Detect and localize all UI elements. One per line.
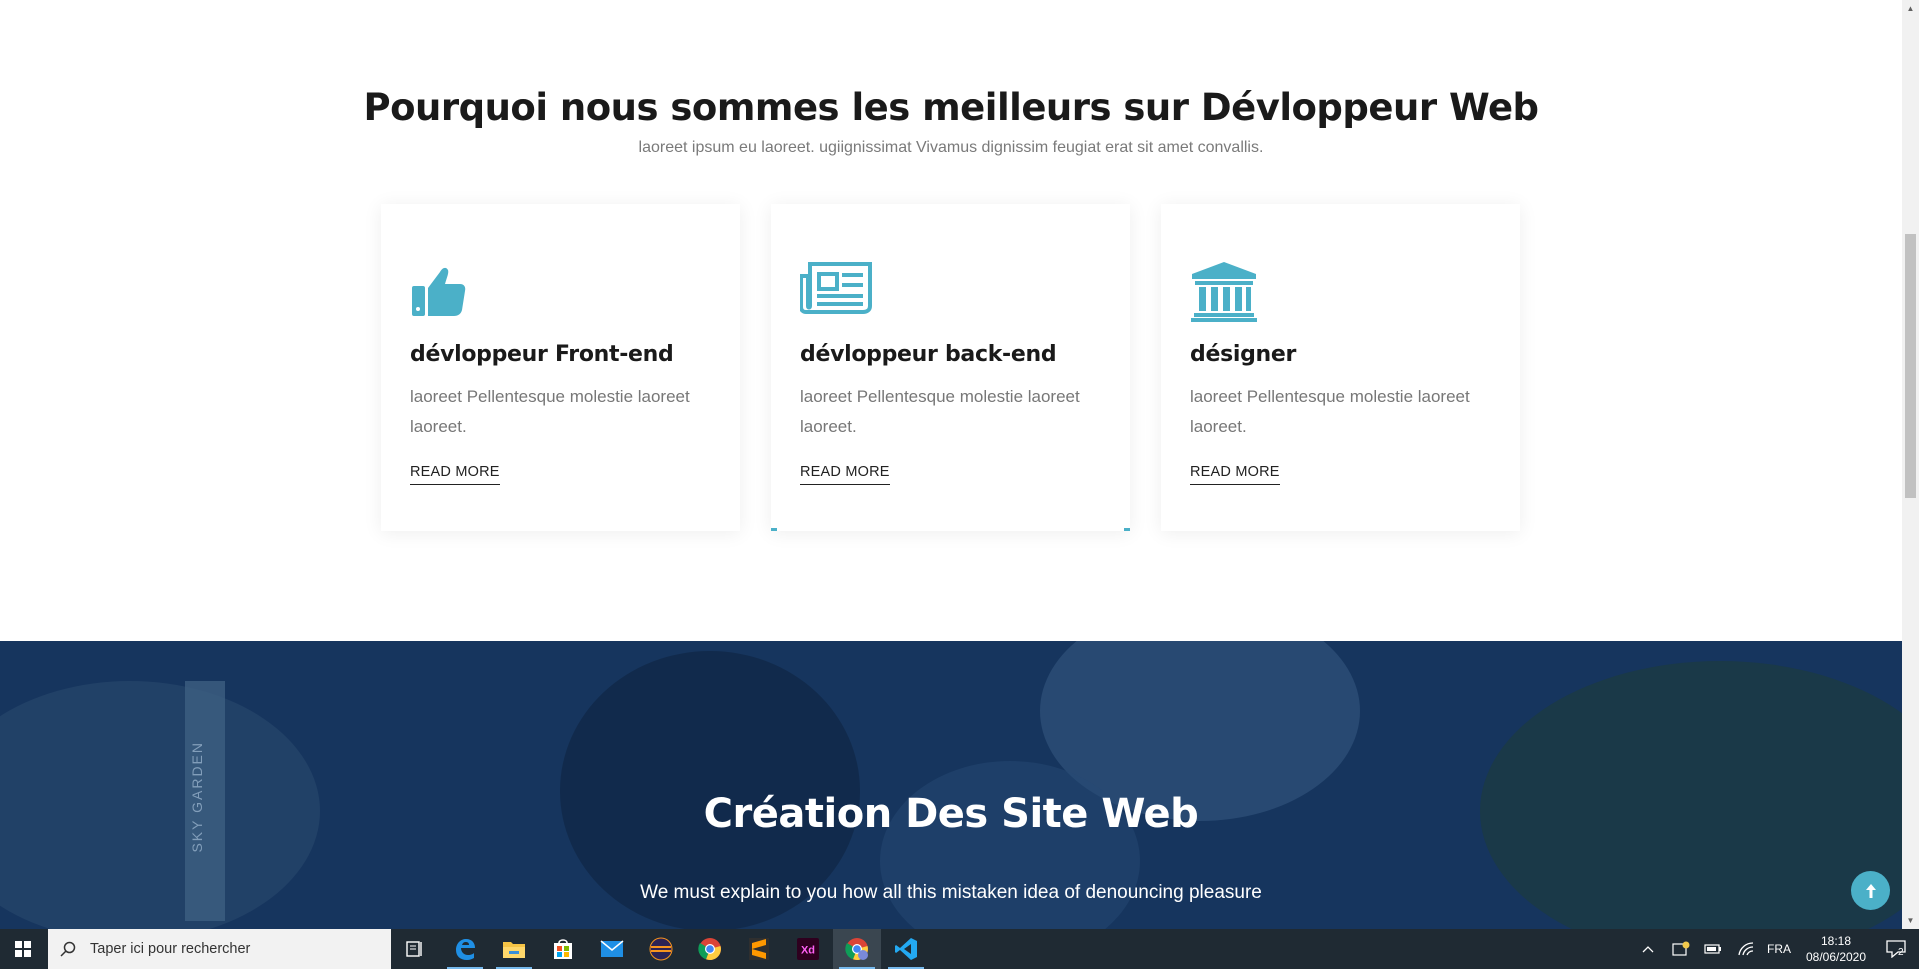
windows-logo-icon [15,941,31,957]
scroll-down-arrow-icon[interactable]: ▼ [1902,912,1919,929]
notification-center-icon[interactable]: 2 [1873,929,1919,969]
scrollbar-thumb[interactable] [1905,234,1916,498]
service-card-back-end: dévloppeur back-end laoreet Pellentesque… [771,204,1130,531]
service-card-front-end: dévloppeur Front-end laoreet Pellentesqu… [381,204,740,531]
card-text: laoreet Pellentesque molestie laoreet la… [1190,387,1470,436]
file-explorer-icon[interactable] [490,929,538,969]
read-more-link[interactable]: READ MORE [800,464,890,485]
card-text: laoreet Pellentesque molestie laoreet la… [800,387,1080,436]
banner-title: Création Des Site Web [703,791,1199,837]
taskbar-search-box[interactable]: Taper ici pour rechercher [48,929,391,969]
notification-count-badge: 2 [1898,947,1904,958]
thumbs-up-icon [410,262,482,322]
vertical-scrollbar[interactable]: ▲ ▼ [1902,0,1919,929]
section-title: Pourquoi nous sommes les meilleurs sur D… [363,86,1539,129]
read-more-link[interactable]: READ MORE [1190,464,1280,485]
system-tray-app-icon[interactable] [1668,929,1694,969]
card-text: laoreet Pellentesque molestie laoreet la… [410,387,690,436]
search-icon [60,941,76,957]
clock-time: 18:18 [1820,934,1852,948]
hero-banner: SKY GARDEN Création Des Site Web We must… [0,641,1902,929]
card-title: dévloppeur Front-end [410,342,674,367]
adobe-xd-icon[interactable]: Xd [784,929,832,969]
back-to-top-button[interactable] [1851,871,1890,910]
scroll-up-arrow-icon[interactable]: ▲ [1902,0,1919,17]
section-subtitle: laoreet ipsum eu laoreet. ugiignissimat … [638,139,1264,156]
chrome-icon[interactable] [686,929,734,969]
sublime-icon[interactable] [735,929,783,969]
battery-icon[interactable] [1700,929,1726,969]
card-title: désigner [1190,342,1297,367]
eclipse-icon[interactable] [637,929,685,969]
store-icon[interactable] [539,929,587,969]
language-indicator[interactable]: FRA [1767,942,1791,956]
svg-text:Xd: Xd [801,945,815,957]
edge-icon[interactable] [441,929,489,969]
search-placeholder: Taper ici pour rechercher [90,941,251,957]
arrow-up-icon [1865,883,1876,898]
clock[interactable]: 18:18 08/06/2020 [1801,933,1871,965]
clock-date: 08/06/2020 [1805,950,1867,964]
task-view-icon[interactable] [391,929,439,969]
windows-taskbar: Taper ici pour rechercher Xd FRA 18:18 0… [0,929,1919,969]
chrome-profile-icon[interactable] [833,929,881,969]
bank-icon [1190,262,1262,322]
read-more-link[interactable]: READ MORE [410,464,500,485]
newspaper-icon [800,262,872,322]
service-card-designer: désigner laoreet Pellentesque molestie l… [1161,204,1520,531]
banner-subtitle: We must explain to you how all this mist… [640,882,1262,903]
start-button[interactable] [0,929,46,969]
show-hidden-icons-chevron-icon[interactable] [1638,929,1658,969]
web-page: Pourquoi nous sommes les meilleurs sur D… [0,0,1902,929]
card-title: dévloppeur back-end [800,342,1057,367]
mail-icon[interactable] [588,929,636,969]
vscode-icon[interactable] [882,929,930,969]
wifi-icon[interactable] [1733,929,1759,969]
